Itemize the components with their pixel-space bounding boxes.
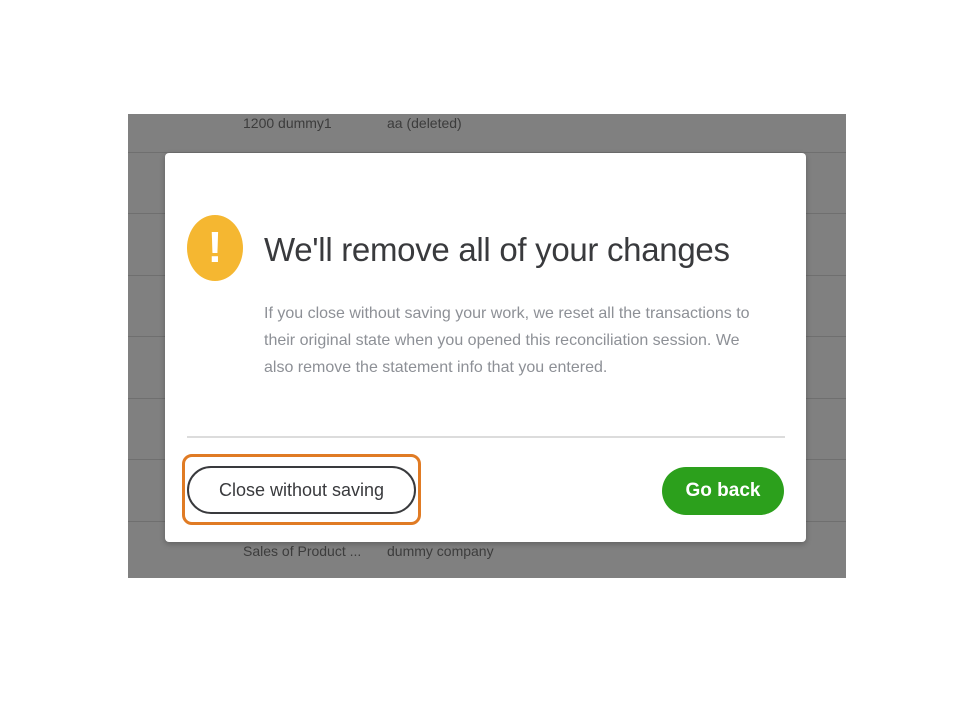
confirm-dialog: ! We'll remove all of your changes If yo… [165, 153, 806, 542]
close-without-saving-button[interactable]: Close without saving [187, 466, 416, 514]
table-cell-account: 1200 dummy1 [243, 115, 332, 131]
warning-icon-glyph: ! [207, 223, 223, 272]
dialog-message: If you close without saving your work, w… [264, 305, 750, 376]
dialog-title: We'll remove all of your changes [264, 231, 730, 268]
table-cell-account: Sales of Product ... [243, 543, 362, 559]
table-cell-payee: aa (deleted) [387, 115, 462, 131]
warning-icon: ! [187, 215, 243, 281]
dialog-divider [187, 436, 785, 438]
go-back-button[interactable]: Go back [662, 467, 784, 515]
table-cell-payee: dummy company [387, 543, 494, 559]
